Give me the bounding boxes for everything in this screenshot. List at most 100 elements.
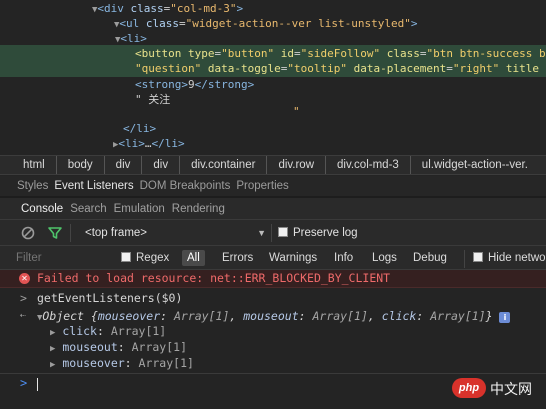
toolbar-separator — [70, 224, 71, 242]
tab-properties[interactable]: Properties — [236, 177, 288, 195]
error-icon: ✕ — [19, 273, 30, 284]
property-key: mouseover — [62, 356, 125, 370]
breadcrumb-item[interactable]: ul.widget-action--ver. — [411, 156, 539, 174]
property-row-mouseover[interactable]: ▶ mouseover: Array[1] — [50, 355, 350, 373]
tag-close: </li> — [151, 137, 185, 150]
object-suffix: } — [485, 309, 493, 323]
preserve-log-toggle[interactable]: Preserve log — [278, 225, 358, 241]
attr-name: class — [386, 47, 420, 60]
attr-value: "btn btn-success bt — [426, 47, 546, 60]
attr-value: "widget-action--ver list-unstyled" — [185, 17, 411, 30]
dom-node-li-close[interactable]: </li> — [123, 121, 156, 136]
text-caret — [37, 378, 38, 391]
command-text: getEventListeners($0) — [37, 291, 183, 305]
dom-node-ul[interactable]: ▼<ul class="widget-action--ver list-unst… — [114, 16, 417, 33]
drawer-tabs: Console Search Emulation Rendering — [0, 198, 546, 220]
attr-value: "right" — [452, 62, 500, 75]
level-debug[interactable]: Debug — [413, 250, 447, 266]
regex-toggle[interactable]: Regex — [121, 250, 169, 266]
toolbar-separator — [464, 250, 465, 268]
object-key: mouseover — [97, 309, 161, 323]
tab-rendering[interactable]: Rendering — [172, 199, 225, 219]
filter-toggle-button[interactable] — [47, 225, 63, 241]
attr-value: "sideFollow" — [300, 47, 381, 60]
level-errors[interactable]: Errors — [222, 250, 253, 266]
result-return-icon: ⇠ — [20, 310, 27, 321]
tab-event-listeners[interactable]: Event Listeners — [54, 177, 133, 195]
tag-name: <ul — [119, 17, 140, 30]
level-info[interactable]: Info — [334, 250, 353, 266]
dom-node-button-selected[interactable]: <button type="button" id="sideFollow" cl… — [135, 46, 546, 61]
attr-name: class — [130, 2, 164, 15]
dom-text-node[interactable]: " 关注 — [135, 92, 170, 107]
attr-name: data-toggle — [207, 62, 281, 75]
console-error-message[interactable]: ✕ Failed to load resource: net::ERR_BLOC… — [0, 270, 546, 288]
tag-close: </strong> — [194, 78, 255, 91]
breadcrumb-item[interactable]: html — [0, 156, 57, 174]
breadcrumb-item[interactable]: div.col-md-3 — [326, 156, 411, 174]
level-logs[interactable]: Logs — [372, 250, 397, 266]
input-prompt-icon: > — [20, 376, 28, 390]
property-value: Array[1] — [138, 356, 194, 370]
object-key: click — [381, 309, 417, 323]
text-node: 9 — [187, 78, 195, 91]
hide-network-toggle[interactable]: Hide netwo — [473, 250, 546, 266]
attr-value: "col-md-3" — [170, 2, 237, 15]
text-node: " — [293, 105, 300, 118]
level-warnings[interactable]: Warnings — [269, 250, 317, 266]
attr-name: type — [187, 47, 215, 60]
dom-node-strong[interactable]: <strong>9</strong> — [135, 77, 254, 92]
tag-name: <div — [97, 2, 124, 15]
dom-node-li-collapsed[interactable]: ▶<li>…</li> — [113, 136, 185, 153]
tab-emulation[interactable]: Emulation — [114, 199, 165, 219]
attr-name: title — [505, 62, 540, 75]
dom-node-button-attrs-continued[interactable]: "question" data-toggle="tooltip" data-pl… — [135, 61, 546, 76]
property-key: click — [62, 324, 97, 338]
preserve-log-checkbox[interactable] — [278, 227, 288, 237]
property-key: mouseout — [62, 340, 118, 354]
clear-console-button[interactable] — [20, 225, 36, 241]
property-value: Array[1] — [110, 324, 167, 338]
preserve-log-label: Preserve log — [293, 227, 358, 239]
property-value: Array[1] — [131, 340, 187, 354]
tag-close: > — [236, 2, 244, 15]
tab-dom-breakpoints[interactable]: DOM Breakpoints — [140, 177, 231, 195]
level-all[interactable]: All — [182, 250, 205, 266]
tag-name: <li> — [118, 137, 145, 150]
breadcrumb: html body div div div.container div.row … — [0, 155, 546, 175]
toolbar-separator — [271, 224, 272, 242]
attr-name: d — [539, 62, 546, 75]
breadcrumb-item[interactable]: div.row — [267, 156, 327, 174]
breadcrumb-item[interactable]: div.container — [180, 156, 268, 174]
attr-name: id — [280, 47, 294, 60]
filter-input[interactable] — [16, 249, 111, 267]
info-icon[interactable]: i — [499, 312, 511, 323]
command-prompt-icon: > — [20, 291, 27, 305]
breadcrumb-item[interactable]: body — [57, 156, 105, 174]
breadcrumb-item[interactable]: div — [105, 156, 143, 174]
expand-arrow-icon[interactable]: ▶ — [50, 328, 55, 338]
hide-network-checkbox[interactable] — [473, 252, 483, 262]
attr-name: class — [145, 17, 180, 30]
tab-search[interactable]: Search — [70, 199, 106, 219]
tag-name: <button — [135, 47, 182, 60]
object-value: Array[1] — [173, 309, 230, 323]
console-command-row[interactable]: > getEventListeners($0) — [0, 289, 546, 307]
expand-arrow-icon[interactable]: ▶ — [50, 344, 55, 354]
expand-arrow-icon[interactable]: ▶ — [50, 360, 55, 370]
tag-close: </li> — [123, 122, 157, 135]
sidebar-tabs: Styles Event Listeners DOM Breakpoints P… — [0, 176, 546, 196]
filter-bar: Regex All Errors Warnings Info Logs Debu… — [0, 246, 546, 270]
elements-dom-tree: ▼<div class="col-md-3"> ▼<ul class="widg… — [0, 0, 546, 155]
frame-select[interactable]: <top frame> ▼ — [77, 224, 268, 242]
attr-value: "question" — [135, 62, 202, 75]
frame-select-value: <top frame> — [85, 227, 148, 239]
error-text: Failed to load resource: net::ERR_BLOCKE… — [37, 271, 391, 285]
regex-checkbox[interactable] — [121, 252, 131, 262]
tab-console[interactable]: Console — [21, 199, 63, 219]
dom-text-node-end: " — [293, 104, 300, 119]
no-entry-icon — [21, 226, 35, 240]
tab-styles[interactable]: Styles — [17, 177, 48, 195]
tag-close: > — [410, 17, 418, 30]
breadcrumb-item[interactable]: div — [142, 156, 181, 174]
